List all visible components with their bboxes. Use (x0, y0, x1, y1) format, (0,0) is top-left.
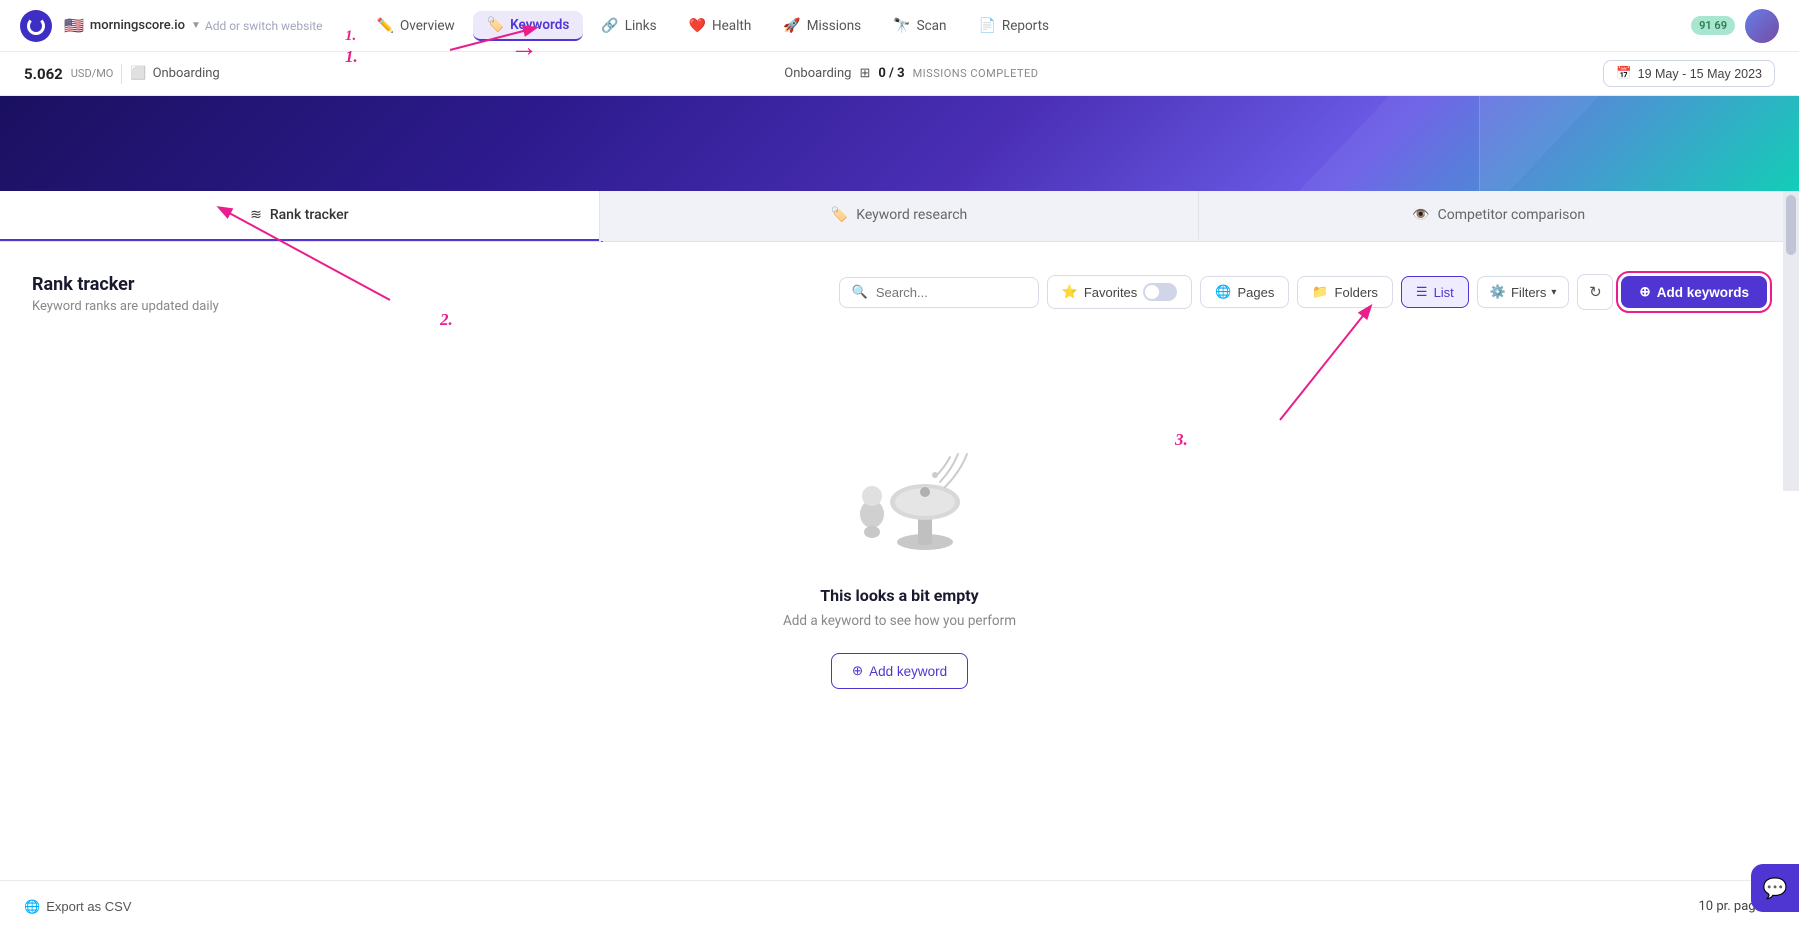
keywords-icon: 🏷️ (487, 17, 504, 33)
add-keyword-button[interactable]: ⊕ Add keyword (831, 653, 968, 689)
missions-grid-icon: ⊞ (859, 66, 870, 81)
rank-header: Rank tracker Keyword ranks are updated d… (32, 274, 1767, 314)
site-selector[interactable]: 🇺🇸 morningscore.io ▼ (64, 16, 201, 35)
rank-tracker-subtitle: Keyword ranks are updated daily (32, 299, 219, 314)
pages-icon: 🌐 (1215, 284, 1231, 300)
scrollbar-thumb[interactable] (1786, 195, 1796, 255)
satellite-illustration (820, 402, 980, 562)
scrollbar[interactable] (1783, 191, 1799, 491)
hero-overlay (1479, 96, 1799, 191)
missions-icon: 🚀 (783, 18, 800, 34)
tab-rank-tracker[interactable]: ≋ Rank tracker (0, 191, 599, 241)
add-switch-link[interactable]: Add or switch website (205, 19, 323, 33)
filter-icon: ⚙️ (1490, 284, 1506, 300)
site-flag: 🇺🇸 (64, 16, 84, 35)
calendar-icon: 📅 (1616, 66, 1632, 81)
content-panel: Rank tracker Keyword ranks are updated d… (0, 242, 1799, 880)
export-icon: 🌐 (24, 899, 40, 915)
reports-icon: 📄 (978, 18, 995, 34)
nav-links: ✏️ Overview 🏷️ Keywords 🔗 Links ❤️ Healt… (363, 11, 1692, 41)
onboarding-icon: ⬜ (130, 66, 146, 81)
pages-button[interactable]: 🌐 Pages (1200, 276, 1289, 308)
list-button[interactable]: ☰ List (1401, 276, 1469, 308)
score-unit: USD/MO (71, 67, 114, 80)
main-content: ≋ Rank tracker 🏷️ Keyword research 👁️ Co… (0, 191, 1799, 932)
sub-bar-center: Onboarding ⊞ 0 / 3 MISSIONS COMPLETED (240, 66, 1583, 81)
refresh-button[interactable]: ↻ (1577, 274, 1613, 310)
tab-competitor-comparison[interactable]: 👁️ Competitor comparison (1198, 191, 1799, 241)
star-icon: ⭐ (1062, 284, 1078, 300)
user-avatar[interactable] (1745, 9, 1779, 43)
health-icon: ❤️ (689, 18, 706, 34)
sub-bar: 5.062 USD/MO ⬜ Onboarding Onboarding ⊞ 0… (0, 52, 1799, 96)
rank-tracker-icon: ≋ (250, 207, 262, 223)
date-range-button[interactable]: 📅 19 May - 15 May 2023 (1603, 60, 1775, 87)
tab-keyword-research[interactable]: 🏷️ Keyword research (599, 191, 1199, 241)
toolbar: 🔍 ⭐ Favorites 🌐 Pages 📁 Folders (839, 274, 1767, 310)
score-badge: 91 69 (1691, 16, 1735, 35)
rank-tracker-title: Rank tracker (32, 274, 219, 295)
export-csv-button[interactable]: 🌐 Export as CSV (24, 899, 131, 915)
search-icon: 🔍 (852, 285, 868, 300)
filters-button[interactable]: ⚙️ Filters ▾ (1477, 276, 1570, 308)
plus-circle-icon: ⊕ (852, 663, 863, 679)
list-icon: ☰ (1416, 284, 1428, 300)
keyword-tabs: ≋ Rank tracker 🏷️ Keyword research 👁️ Co… (0, 191, 1799, 242)
nav-scan[interactable]: 🔭 Scan (879, 12, 960, 40)
empty-state: This looks a bit empty Add a keyword to … (32, 342, 1767, 729)
divider (121, 64, 122, 84)
chat-widget[interactable]: 💬 (1751, 864, 1799, 912)
add-keywords-button[interactable]: ⊕ Add keywords (1621, 276, 1767, 308)
overview-icon: ✏️ (377, 18, 394, 34)
bottom-bar: 🌐 Export as CSV 10 pr. page ▾ (0, 880, 1799, 932)
empty-state-title: This looks a bit empty (820, 586, 978, 605)
nav-overview[interactable]: ✏️ Overview (363, 12, 469, 40)
nav-missions[interactable]: 🚀 Missions (769, 12, 875, 40)
top-navigation: 🇺🇸 morningscore.io ▼ Add or switch websi… (0, 0, 1799, 52)
hero-banner (0, 96, 1799, 191)
onboarding-link[interactable]: ⬜ Onboarding (130, 66, 219, 81)
folder-icon: 📁 (1312, 284, 1328, 300)
search-input[interactable] (876, 285, 1026, 300)
score-value: 5.062 (24, 65, 63, 83)
competitor-icon: 👁️ (1412, 207, 1429, 223)
refresh-icon: ↻ (1589, 283, 1602, 301)
chat-icon: 💬 (1763, 876, 1788, 900)
nav-reports[interactable]: 📄 Reports (964, 12, 1062, 40)
nav-right: 91 69 (1691, 9, 1779, 43)
site-name: morningscore.io (90, 18, 185, 33)
satellite-svg (820, 402, 980, 562)
favorites-toggle[interactable] (1143, 283, 1177, 301)
favorites-button[interactable]: ⭐ Favorites (1047, 275, 1193, 309)
scan-icon: 🔭 (893, 18, 910, 34)
empty-state-subtitle: Add a keyword to see how you perform (783, 613, 1016, 629)
app-logo[interactable] (20, 10, 52, 42)
nav-keywords[interactable]: 🏷️ Keywords (473, 11, 584, 41)
sub-bar-left: 5.062 USD/MO ⬜ Onboarding (24, 64, 220, 84)
chevron-down-icon: ▼ (191, 20, 201, 31)
filters-chevron-icon: ▾ (1551, 287, 1556, 298)
links-icon: 🔗 (601, 18, 618, 34)
nav-links-item[interactable]: 🔗 Links (587, 12, 670, 40)
search-box[interactable]: 🔍 (839, 277, 1039, 308)
nav-health[interactable]: ❤️ Health (675, 12, 766, 40)
folders-button[interactable]: 📁 Folders (1297, 276, 1393, 308)
keyword-research-icon: 🏷️ (831, 207, 848, 223)
rank-title-block: Rank tracker Keyword ranks are updated d… (32, 274, 219, 314)
plus-icon: ⊕ (1639, 284, 1650, 300)
sub-bar-right: 📅 19 May - 15 May 2023 (1603, 60, 1775, 87)
